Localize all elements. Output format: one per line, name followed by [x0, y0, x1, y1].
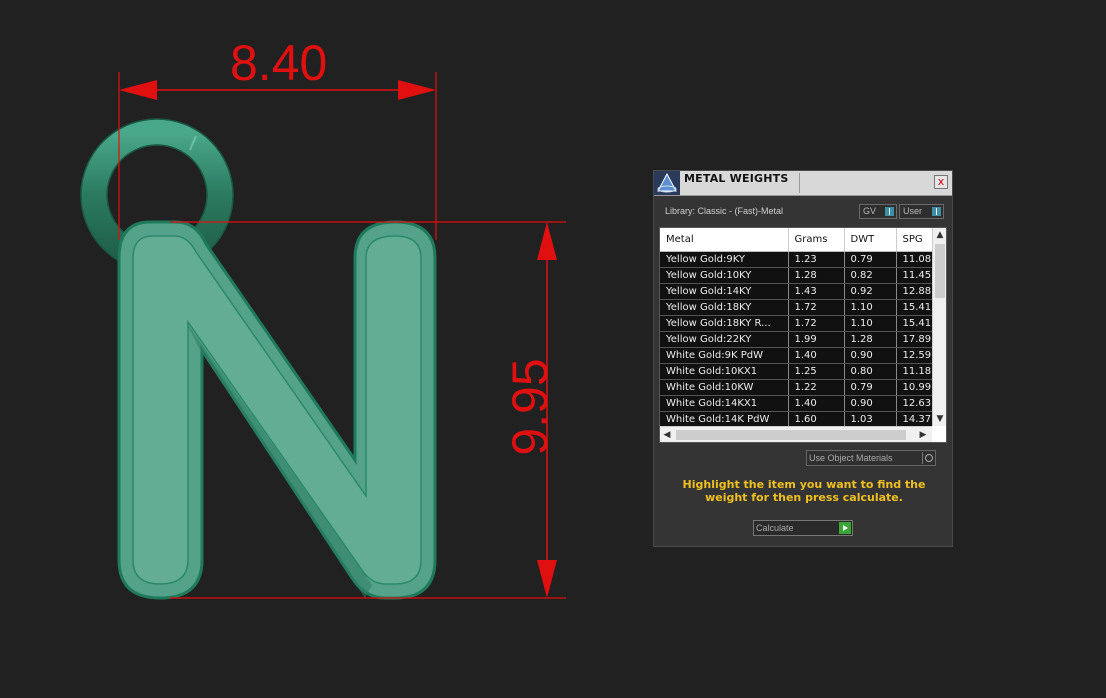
panel-title: METAL WEIGHTS [684, 172, 789, 185]
dwt-cell: 1.03 [844, 411, 897, 426]
spg-cell: 11.08 [896, 251, 932, 268]
metal-cell: White Gold:10KX1 [660, 363, 789, 380]
dwt-cell: 0.92 [844, 283, 897, 300]
metal-cell: Yellow Gold:18KY [660, 299, 789, 316]
table-row[interactable]: White Gold:10KW 1.22 0.79 10.99 [660, 379, 932, 396]
dwt-cell: 1.28 [844, 331, 897, 348]
calculate-label: Calculate [756, 523, 794, 533]
spg-cell: 17.89 [896, 331, 932, 348]
app-logo-icon [654, 171, 680, 195]
spg-cell: 12.88 [896, 283, 932, 300]
letter-n-model [117, 220, 437, 600]
vertical-scrollbar[interactable]: ▲ ▼ [932, 228, 946, 426]
dwt-cell: 0.82 [844, 267, 897, 284]
column-header-dwt[interactable]: DWT [844, 228, 897, 252]
metal-cell: Yellow Gold:10KY [660, 267, 789, 284]
column-header-spg[interactable]: SPG [896, 228, 932, 252]
horizontal-scrollbar[interactable]: ◀ ▶ [660, 426, 932, 442]
scroll-left-icon[interactable]: ◀ [660, 428, 674, 442]
instruction-text: Highlight the item you want to find the … [682, 478, 926, 504]
grams-cell: 1.28 [788, 267, 845, 284]
grams-cell: 1.72 [788, 315, 845, 332]
metal-cell: Yellow Gold:18KY R... [660, 315, 789, 332]
scroll-right-icon[interactable]: ▶ [916, 428, 930, 442]
library-label: Library: Classic - (Fast)-Metal [665, 206, 784, 216]
dwt-cell: 0.79 [844, 379, 897, 396]
metal-cell: White Gold:14K PdW [660, 411, 789, 426]
close-button[interactable]: x [934, 175, 948, 189]
panel-titlebar[interactable]: METAL WEIGHTS x [654, 171, 952, 196]
metal-cell: White Gold:10KW [660, 379, 789, 396]
grams-cell: 1.22 [788, 379, 845, 396]
table-row[interactable]: Yellow Gold:18KY R... 1.72 1.10 15.41 [660, 315, 932, 332]
gv-toggle[interactable]: GV [859, 204, 897, 219]
grams-cell: 1.43 [788, 283, 845, 300]
table-row[interactable]: White Gold:9K PdW 1.40 0.90 12.59 [660, 347, 932, 364]
metal-cell: Yellow Gold:14KY [660, 283, 789, 300]
metal-cell: White Gold:9K PdW [660, 347, 789, 364]
dwt-cell: 0.79 [844, 251, 897, 268]
grams-cell: 1.60 [788, 411, 845, 426]
title-separator [799, 173, 800, 193]
spg-cell: 10.99 [896, 379, 932, 396]
table-row[interactable]: White Gold:10KX1 1.25 0.80 11.18 [660, 363, 932, 380]
gv-switch-icon [885, 207, 894, 216]
width-dimension [118, 72, 437, 240]
gv-label: GV [863, 206, 877, 216]
dwt-cell: 1.10 [844, 299, 897, 316]
vertical-scroll-thumb[interactable] [935, 244, 945, 298]
dwt-cell: 0.90 [844, 395, 897, 412]
table-row[interactable]: Yellow Gold:18KY 1.72 1.10 15.41 [660, 299, 932, 316]
table-row[interactable]: White Gold:14K PdW 1.60 1.03 14.37 [660, 411, 932, 426]
user-label: User [903, 206, 923, 216]
spg-cell: 12.59 [896, 347, 932, 364]
spg-cell: 15.41 [896, 315, 932, 332]
table-row[interactable]: Yellow Gold:10KY 1.28 0.82 11.45 [660, 267, 932, 284]
horizontal-scroll-thumb[interactable] [676, 430, 906, 440]
spg-cell: 11.18 [896, 363, 932, 380]
grams-cell: 1.99 [788, 331, 845, 348]
spg-cell: 15.41 [896, 299, 932, 316]
grams-cell: 1.23 [788, 251, 845, 268]
column-header-metal[interactable]: Metal [660, 228, 789, 252]
table-row[interactable]: White Gold:14KX1 1.40 0.90 12.63 [660, 395, 932, 412]
grams-cell: 1.72 [788, 299, 845, 316]
calculate-button[interactable]: Calculate [753, 520, 853, 536]
metal-weights-panel: METAL WEIGHTS x Library: Classic - (Fast… [653, 170, 953, 547]
metal-cell: Yellow Gold:22KY [660, 331, 789, 348]
grams-cell: 1.40 [788, 395, 845, 412]
table-row[interactable]: Yellow Gold:14KY 1.43 0.92 12.88 [660, 283, 932, 300]
dwt-cell: 0.90 [844, 347, 897, 364]
grams-cell: 1.40 [788, 347, 845, 364]
radio-icon [922, 452, 934, 464]
use-object-materials-toggle[interactable]: Use Object Materials [806, 450, 936, 466]
user-toggle[interactable]: User [899, 204, 944, 219]
user-switch-icon [932, 207, 941, 216]
spg-cell: 12.63 [896, 395, 932, 412]
grams-cell: 1.25 [788, 363, 845, 380]
metal-cell: White Gold:14KX1 [660, 395, 789, 412]
spg-cell: 14.37 [896, 411, 932, 426]
height-dimension-label: 9.95 [502, 358, 558, 456]
scroll-down-icon[interactable]: ▼ [933, 412, 946, 426]
table-row[interactable]: Yellow Gold:9KY 1.23 0.79 11.08 [660, 251, 932, 268]
spg-cell: 11.45 [896, 267, 932, 284]
use-object-materials-label: Use Object Materials [809, 453, 893, 463]
column-header-grams[interactable]: Grams [788, 228, 845, 252]
dwt-cell: 1.10 [844, 315, 897, 332]
play-icon [839, 522, 851, 534]
table-header-row: Metal Grams DWT SPG [660, 228, 932, 252]
dwt-cell: 0.80 [844, 363, 897, 380]
scroll-up-icon[interactable]: ▲ [933, 228, 946, 242]
width-dimension-label: 8.40 [230, 35, 328, 91]
metal-table-viewport: Metal Grams DWT SPG Yellow Gold:9KY 1.23… [660, 228, 932, 426]
metal-table: Metal Grams DWT SPG Yellow Gold:9KY 1.23… [659, 227, 947, 443]
metal-cell: Yellow Gold:9KY [660, 251, 789, 268]
table-row[interactable]: Yellow Gold:22KY 1.99 1.28 17.89 [660, 331, 932, 348]
